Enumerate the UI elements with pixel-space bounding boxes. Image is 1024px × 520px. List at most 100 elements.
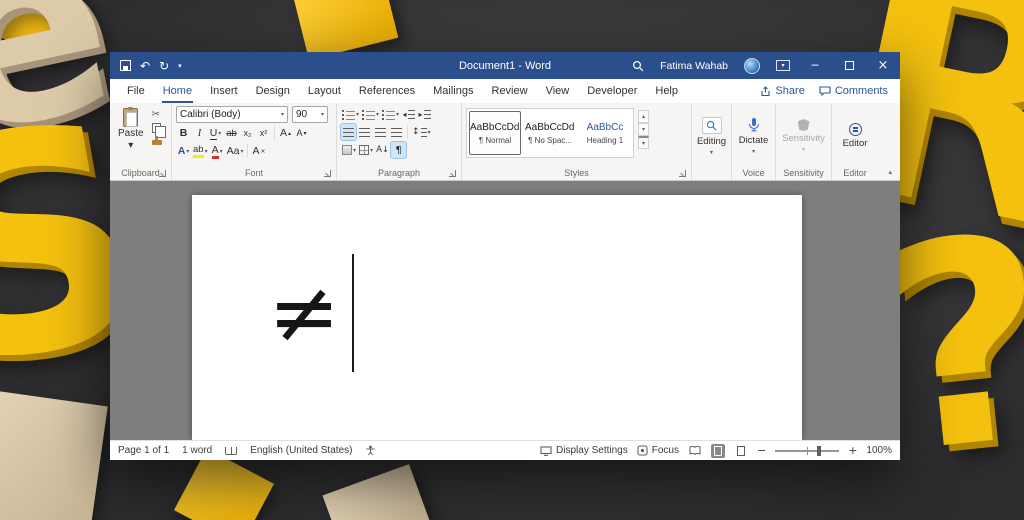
- shading-button[interactable]: ▾: [341, 142, 357, 158]
- search-icon[interactable]: [624, 52, 652, 79]
- save-icon[interactable]: [120, 60, 131, 71]
- increase-indent-button[interactable]: ▸: [417, 106, 432, 122]
- styles-more-icon[interactable]: ▾: [638, 136, 649, 149]
- minimize-button[interactable]: ─: [798, 52, 832, 79]
- tab-view[interactable]: View: [537, 79, 579, 103]
- tab-layout[interactable]: Layout: [299, 79, 350, 103]
- customize-qat-icon[interactable]: ▾: [178, 62, 182, 70]
- display-settings-button[interactable]: Display Settings: [540, 445, 628, 456]
- zoom-slider-thumb[interactable]: [817, 446, 821, 456]
- change-case-button[interactable]: Aa▾: [226, 143, 245, 159]
- accessibility-icon[interactable]: [365, 445, 376, 456]
- tab-design[interactable]: Design: [247, 79, 299, 103]
- document-page[interactable]: ≠: [192, 195, 802, 440]
- align-left-button[interactable]: [341, 124, 356, 140]
- sort-button[interactable]: A↓: [375, 142, 390, 158]
- text-effects-button[interactable]: A▾: [176, 143, 191, 159]
- shrink-font-button[interactable]: A▾: [294, 125, 309, 141]
- clear-formatting-button[interactable]: A×: [251, 143, 266, 159]
- editing-button[interactable]: Editing ▾: [696, 106, 727, 166]
- word-count[interactable]: 1 word: [182, 445, 212, 456]
- share-button[interactable]: Share: [760, 85, 804, 97]
- style-heading1[interactable]: AaBbCc Heading 1: [579, 111, 631, 155]
- tab-developer[interactable]: Developer: [578, 79, 646, 103]
- font-family-select[interactable]: Calibri (Body)▾: [176, 106, 288, 123]
- tab-home[interactable]: Home: [154, 79, 201, 103]
- decrease-indent-button[interactable]: ◂: [401, 106, 416, 122]
- paragraph-dialog-launcher-icon[interactable]: [449, 170, 456, 177]
- copy-icon[interactable]: [152, 123, 161, 133]
- collapse-ribbon-icon[interactable]: ▴: [888, 168, 892, 176]
- document-text: ≠: [268, 270, 340, 356]
- font-dialog-launcher-icon[interactable]: [324, 170, 331, 177]
- font-color-button[interactable]: A▾: [210, 143, 225, 159]
- style-no-spacing[interactable]: AaBbCcDdE ¶ No Spac...: [524, 111, 576, 155]
- bullet-list-button[interactable]: ▾: [341, 106, 360, 122]
- web-layout-icon[interactable]: [734, 444, 748, 458]
- language-indicator[interactable]: English (United States): [250, 445, 352, 456]
- italic-button[interactable]: I: [192, 125, 207, 141]
- desktop-background: e S R ? ↶ ↻ ▾ Document1 - Word Fatima Wa…: [0, 0, 1024, 520]
- find-icon: [702, 117, 722, 134]
- zoom-in-icon[interactable]: +: [848, 444, 857, 457]
- comments-button[interactable]: Comments: [819, 85, 888, 97]
- clipboard-dialog-launcher-icon[interactable]: [159, 170, 166, 177]
- word-window: ↶ ↻ ▾ Document1 - Word Fatima Wahab ▾ ─ …: [110, 52, 900, 460]
- grow-font-button[interactable]: A▴: [278, 125, 293, 141]
- tab-insert[interactable]: Insert: [201, 79, 247, 103]
- highlight-color-button[interactable]: ab▾: [192, 143, 209, 159]
- align-right-button[interactable]: [373, 124, 388, 140]
- tab-file[interactable]: File: [118, 79, 154, 103]
- read-mode-icon[interactable]: [688, 444, 702, 458]
- paste-icon: [123, 108, 138, 127]
- zoom-slider[interactable]: [775, 450, 839, 452]
- numbered-list-button[interactable]: ▾: [361, 106, 380, 122]
- window-title: Document1 - Word: [459, 60, 551, 72]
- styles-dialog-launcher-icon[interactable]: [679, 170, 686, 177]
- justify-button[interactable]: [389, 124, 404, 140]
- align-center-button[interactable]: [357, 124, 372, 140]
- multilevel-list-button[interactable]: ▾: [381, 106, 400, 122]
- focus-button[interactable]: Focus: [637, 445, 679, 456]
- line-spacing-button[interactable]: ↕▾: [411, 124, 432, 140]
- avatar[interactable]: [736, 52, 768, 79]
- quick-access-toolbar: ↶ ↻ ▾: [110, 59, 182, 73]
- print-layout-icon[interactable]: [711, 444, 725, 458]
- background-shape: [323, 464, 430, 520]
- proofing-icon[interactable]: [225, 447, 237, 455]
- undo-icon[interactable]: ↶: [140, 59, 150, 73]
- paste-button[interactable]: Paste ▾: [114, 106, 148, 166]
- title-bar: ↶ ↻ ▾ Document1 - Word Fatima Wahab ▾ ─ …: [110, 52, 900, 79]
- style-normal[interactable]: AaBbCcDdE ¶ Normal: [469, 111, 521, 155]
- font-size-select[interactable]: 90▾: [292, 106, 328, 123]
- zoom-out-icon[interactable]: −: [757, 444, 766, 457]
- dictate-button[interactable]: Dictate ▾: [736, 106, 771, 166]
- close-button[interactable]: ×: [866, 52, 900, 79]
- group-clipboard: Paste ▾ ✂ Clipboard: [110, 103, 172, 180]
- sensitivity-button[interactable]: Sensitivity ▾: [780, 106, 827, 166]
- styles-scroll-up-icon[interactable]: ▴: [638, 110, 649, 123]
- font-label: Font: [245, 168, 263, 178]
- bold-button[interactable]: B: [176, 125, 191, 141]
- maximize-button[interactable]: [832, 52, 866, 79]
- format-painter-icon[interactable]: [152, 140, 162, 145]
- subscript-button[interactable]: x₂: [240, 125, 255, 141]
- group-paragraph: ▾ ▾ ▾ ◂ ▸ ↕▾ ▾: [337, 103, 462, 180]
- strikethrough-button[interactable]: ab: [224, 125, 239, 141]
- tab-mailings[interactable]: Mailings: [424, 79, 482, 103]
- tab-help[interactable]: Help: [646, 79, 687, 103]
- page-indicator[interactable]: Page 1 of 1: [118, 445, 169, 456]
- zoom-level[interactable]: 100%: [866, 445, 892, 456]
- borders-button[interactable]: ▾: [358, 142, 374, 158]
- styles-scroll-down-icon[interactable]: ▾: [638, 123, 649, 136]
- cut-icon[interactable]: ✂: [152, 109, 162, 120]
- redo-icon[interactable]: ↻: [159, 59, 169, 73]
- show-formatting-marks-button[interactable]: ¶: [391, 142, 406, 158]
- account-name[interactable]: Fatima Wahab: [652, 52, 736, 79]
- tab-review[interactable]: Review: [483, 79, 537, 103]
- editor-button[interactable]: Editor: [836, 106, 874, 166]
- underline-button[interactable]: U▾: [208, 125, 223, 141]
- tab-references[interactable]: References: [350, 79, 424, 103]
- ribbon-display-options-icon[interactable]: ▾: [768, 52, 798, 79]
- superscript-button[interactable]: x²: [256, 125, 271, 141]
